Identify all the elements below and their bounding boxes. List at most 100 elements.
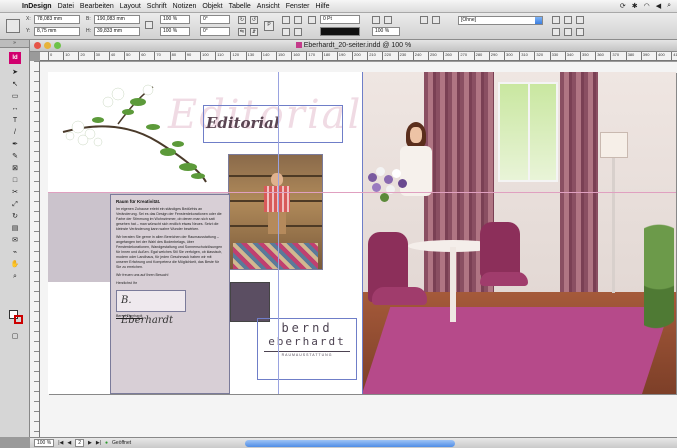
hand-tool-icon[interactable]: ✋	[9, 260, 21, 270]
stroke-type-select[interactable]	[320, 27, 360, 36]
page-number-field[interactable]: 2	[75, 439, 84, 447]
document-titlebar[interactable]: Eberhardt_20-seiter.indd @ 100 %	[30, 40, 677, 52]
menu-objekt[interactable]: Objekt	[202, 3, 228, 10]
select-previous-icon[interactable]	[282, 28, 290, 36]
drop-shadow-icon[interactable]	[432, 16, 440, 24]
search-icon[interactable]: ⌕	[667, 2, 671, 10]
object-style-select[interactable]: [Ohne]	[458, 16, 543, 25]
menu-datei[interactable]: Datei	[58, 3, 80, 10]
logo-line-2: eberhardt	[268, 335, 346, 348]
tools-panel-caption[interactable]: »	[0, 40, 29, 48]
menu-bearbeiten[interactable]: Bearbeiten	[80, 3, 120, 10]
pencil-tool-icon[interactable]: ✎	[9, 152, 21, 162]
scissors-tool-icon[interactable]: ✂	[9, 188, 21, 198]
menu-fenster[interactable]: Fenster	[286, 3, 316, 10]
effects-icon[interactable]	[420, 16, 428, 24]
menu-hilfe[interactable]: Hilfe	[316, 3, 336, 10]
zoom-level-field[interactable]: 100 %	[34, 439, 55, 447]
scale-x-field[interactable]: 100 %	[160, 15, 190, 24]
distribute-icon[interactable]	[552, 28, 560, 36]
preflight-status[interactable]: Geöffnet	[112, 440, 131, 446]
signature-image[interactable]: B. Eberhardt	[116, 290, 186, 326]
bluetooth-icon[interactable]: ✱	[632, 2, 638, 10]
eyedropper-tool-icon[interactable]: ⌁	[9, 248, 21, 258]
width-field[interactable]: 190,083 mm	[94, 15, 140, 24]
selection-tool-icon[interactable]: ➤	[9, 68, 21, 78]
distribute-2-icon[interactable]	[564, 28, 572, 36]
color-square[interactable]	[230, 282, 270, 322]
gradient-tool-icon[interactable]: ▤	[9, 224, 21, 234]
shear-field[interactable]: 0°	[200, 27, 230, 36]
distribute-3-icon[interactable]	[576, 28, 584, 36]
text-wrap-icon[interactable]	[372, 16, 380, 24]
y-field[interactable]: 8,75 mm	[34, 27, 80, 36]
rotation-field[interactable]: 0°	[200, 15, 230, 24]
rectangle-frame-tool-icon[interactable]: ⊠	[9, 164, 21, 174]
spine-guide[interactable]	[362, 72, 363, 394]
select-next-icon[interactable]	[294, 28, 302, 36]
menu-app[interactable]: InDesign	[22, 3, 58, 10]
direct-selection-tool-icon[interactable]: ↖	[9, 80, 21, 90]
flip-h-icon[interactable]: ⇋	[238, 28, 246, 36]
wifi-icon[interactable]: ◠	[644, 2, 650, 10]
ruler-tick-label: 40	[108, 52, 115, 60]
first-page-icon[interactable]: |◀	[58, 440, 63, 446]
horizontal-scrollbar[interactable]	[245, 439, 456, 447]
select-container-icon[interactable]	[282, 16, 290, 24]
photo-man-fabrics[interactable]	[228, 154, 323, 270]
page-tool-icon[interactable]: ▭	[9, 92, 21, 102]
minimize-icon[interactable]	[44, 42, 51, 49]
gap-tool-icon[interactable]: ↔	[9, 104, 21, 114]
rotate-ccw-icon[interactable]: ↺	[250, 16, 258, 24]
select-content-icon[interactable]	[294, 16, 302, 24]
pasteboard[interactable]: Editorial Editorial Raum für Kreativität…	[40, 62, 677, 437]
menu-tabelle[interactable]: Tabelle	[229, 3, 257, 10]
column-guide[interactable]	[278, 72, 279, 394]
volume-icon[interactable]: ◀	[656, 2, 661, 10]
note-tool-icon[interactable]: ✉	[9, 236, 21, 246]
rectangle-tool-icon[interactable]: □	[9, 176, 21, 186]
align-center-icon[interactable]	[564, 16, 572, 24]
spread[interactable]: Editorial Editorial Raum für Kreativität…	[48, 72, 676, 394]
rotate-tool-icon[interactable]: ↻	[9, 212, 21, 222]
menu-layout[interactable]: Layout	[120, 3, 147, 10]
paragraph-icon[interactable]: P	[264, 21, 274, 31]
constrain-proportions-icon[interactable]	[145, 21, 153, 29]
pen-tool-icon[interactable]: ✒	[9, 140, 21, 150]
next-page-icon[interactable]: ▶	[88, 440, 92, 446]
height-field[interactable]: 39,833 mm	[94, 27, 140, 36]
company-logo[interactable]: bernd eberhardt RAUMAUSSTATTUNG	[257, 318, 357, 380]
scale-y-field[interactable]: 100 %	[160, 27, 190, 36]
line-tool-icon[interactable]: /	[9, 128, 21, 138]
align-right-icon[interactable]	[576, 16, 584, 24]
stroke-swatch[interactable]	[14, 315, 23, 324]
body-text-frame[interactable]: Raum für Kreativität. Im eigenen Zuhause…	[110, 194, 230, 394]
menu-notizen[interactable]: Notizen	[173, 3, 203, 10]
menu-ansicht[interactable]: Ansicht	[257, 3, 286, 10]
rotate-cw-icon[interactable]: ↻	[238, 16, 246, 24]
x-label: X:	[26, 16, 31, 22]
vertical-ruler[interactable]	[30, 61, 40, 437]
text-wrap-2-icon[interactable]	[384, 16, 392, 24]
last-page-icon[interactable]: ▶|	[96, 440, 101, 446]
zoom-icon[interactable]	[54, 42, 61, 49]
fill-icon[interactable]	[308, 16, 316, 24]
close-icon[interactable]	[34, 42, 41, 49]
opacity-field[interactable]: 100 %	[372, 27, 400, 36]
prev-page-icon[interactable]: ◀	[67, 440, 71, 446]
type-tool-icon[interactable]: T	[9, 116, 21, 126]
sync-icon[interactable]: ⟳	[620, 2, 626, 10]
horizontal-ruler[interactable]: 0 10 20 30 40 50 60 70 80 90 100 110 120 130 140 150 160…	[40, 52, 677, 61]
align-left-icon[interactable]	[552, 16, 560, 24]
flip-v-icon[interactable]: ⇵	[250, 28, 258, 36]
screen-mode-icon[interactable]: ▢	[9, 332, 21, 342]
free-transform-tool-icon[interactable]: ⤢	[9, 200, 21, 210]
dining-room-photo[interactable]	[362, 72, 676, 394]
menu-schrift[interactable]: Schrift	[147, 3, 173, 10]
horizontal-guide[interactable]	[48, 192, 676, 193]
reference-point-icon[interactable]	[6, 19, 20, 33]
stroke-weight-field[interactable]: 0 Pt	[320, 15, 360, 24]
zoom-tool-icon[interactable]: ⌕	[9, 272, 21, 282]
editorial-headline[interactable]: Editorial	[206, 114, 280, 132]
x-field[interactable]: 78,083 mm	[34, 15, 80, 24]
